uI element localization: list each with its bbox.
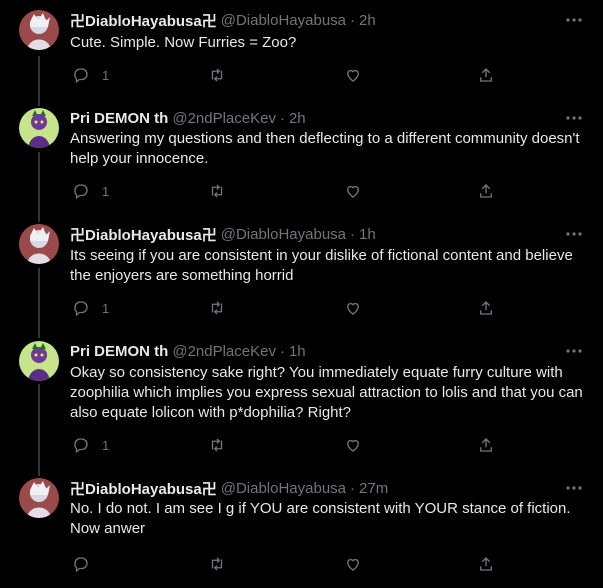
retweet-icon	[211, 557, 223, 571]
tweet-actions	[70, 554, 500, 574]
tweet-text: Answering my questions and then deflecti…	[70, 130, 580, 167]
user-handle[interactable]: @2ndPlaceKev	[172, 110, 276, 127]
reply-button[interactable]: 1	[72, 181, 109, 201]
retweet-icon	[211, 301, 223, 315]
tweet[interactable]: 卍DiabloHayabusa卍 @DiabloHayabusa · 27m N…	[0, 478, 603, 588]
display-name[interactable]: Pri DEMON th	[70, 343, 168, 360]
separator: ·	[350, 479, 356, 497]
more-icon[interactable]	[565, 226, 583, 242]
like-button[interactable]	[344, 298, 362, 318]
share-icon	[480, 68, 492, 82]
like-button[interactable]	[344, 181, 362, 201]
retweet-button[interactable]	[208, 298, 226, 318]
reply-button[interactable]	[72, 554, 90, 574]
more-icon[interactable]	[565, 110, 583, 126]
like-icon	[347, 302, 359, 315]
user-handle[interactable]: @DiabloHayabusa	[221, 480, 346, 497]
share-button[interactable]	[477, 298, 495, 318]
display-name[interactable]: 卍DiabloHayabusa卍	[70, 10, 217, 31]
more-icon[interactable]	[565, 12, 583, 28]
share-button[interactable]	[477, 65, 495, 85]
tweet-actions: 1	[70, 65, 500, 85]
retweet-button[interactable]	[208, 554, 226, 574]
tweet[interactable]: Pri DEMON th @2ndPlaceKev · 1h Okay so c…	[0, 341, 603, 471]
like-button[interactable]	[344, 554, 362, 574]
reply-icon	[74, 438, 88, 454]
separator: ·	[279, 109, 285, 127]
like-icon	[347, 69, 359, 82]
timestamp[interactable]: 2h	[359, 12, 376, 29]
like-icon	[347, 185, 359, 198]
retweet-icon	[211, 438, 223, 452]
reply-count: 1	[102, 183, 110, 199]
tweet-text: No. I do not. I am see I g if YOU are co…	[70, 500, 571, 537]
share-icon	[480, 301, 492, 315]
more-icon[interactable]	[565, 480, 583, 496]
tweet-actions: 1	[70, 435, 500, 455]
more-icon[interactable]	[565, 343, 583, 359]
tweet-text: Its seeing if you are consistent in your…	[70, 247, 573, 284]
reply-button[interactable]: 1	[72, 298, 109, 318]
tweet-header: Pri DEMON th @2ndPlaceKev · 2h	[70, 108, 306, 128]
retweet-button[interactable]	[208, 65, 226, 85]
display-name[interactable]: 卍DiabloHayabusa卍	[70, 478, 217, 499]
like-icon	[347, 558, 359, 571]
share-button[interactable]	[477, 554, 495, 574]
reply-count: 1	[102, 67, 110, 83]
reply-icon	[74, 301, 88, 317]
avatar[interactable]	[19, 108, 59, 148]
user-handle[interactable]: @DiabloHayabusa	[221, 226, 346, 243]
avatar[interactable]	[19, 341, 59, 381]
retweet-icon	[211, 184, 223, 198]
avatar[interactable]	[19, 224, 59, 264]
tweet-text: Cute. Simple. Now Furries = Zoo?	[70, 34, 297, 51]
tweet-actions: 1	[70, 181, 500, 201]
timestamp[interactable]: 27m	[359, 480, 388, 497]
tweet[interactable]: Pri DEMON th @2ndPlaceKev · 2h Answering…	[0, 108, 603, 218]
tweet-header: 卍DiabloHayabusa卍 @DiabloHayabusa · 27m	[70, 478, 388, 498]
timestamp[interactable]: 1h	[359, 226, 376, 243]
timestamp[interactable]: 1h	[289, 343, 306, 360]
reply-icon	[74, 557, 88, 573]
share-icon	[480, 557, 492, 571]
reply-count: 1	[102, 437, 110, 453]
tweet-actions: 1	[70, 298, 500, 318]
tweet[interactable]: 卍DiabloHayabusa卍 @DiabloHayabusa · 1h It…	[0, 224, 603, 334]
user-handle[interactable]: @2ndPlaceKev	[172, 343, 276, 360]
share-icon	[480, 184, 492, 198]
timestamp[interactable]: 2h	[289, 110, 306, 127]
tweet-header: Pri DEMON th @2ndPlaceKev · 1h	[70, 341, 306, 361]
reply-icon	[74, 184, 88, 200]
tweet-text: Okay so consistency sake right? You imme…	[70, 364, 583, 421]
share-button[interactable]	[477, 435, 495, 455]
reply-button[interactable]: 1	[72, 435, 109, 455]
like-icon	[347, 439, 359, 452]
like-button[interactable]	[344, 65, 362, 85]
separator: ·	[350, 11, 356, 29]
user-handle[interactable]: @DiabloHayabusa	[221, 12, 346, 29]
avatar[interactable]	[19, 478, 59, 518]
display-name[interactable]: 卍DiabloHayabusa卍	[70, 224, 217, 245]
tweet-header: 卍DiabloHayabusa卍 @DiabloHayabusa · 2h	[70, 10, 376, 30]
reply-icon	[74, 68, 88, 84]
separator: ·	[350, 225, 356, 243]
avatar[interactable]	[19, 10, 59, 50]
share-icon	[480, 438, 492, 452]
reply-count: 1	[102, 300, 110, 316]
separator: ·	[279, 342, 285, 360]
display-name[interactable]: Pri DEMON th	[70, 110, 168, 127]
share-button[interactable]	[477, 181, 495, 201]
retweet-icon	[211, 68, 223, 82]
retweet-button[interactable]	[208, 181, 226, 201]
tweet-header: 卍DiabloHayabusa卍 @DiabloHayabusa · 1h	[70, 224, 376, 244]
like-button[interactable]	[344, 435, 362, 455]
retweet-button[interactable]	[208, 435, 226, 455]
reply-button[interactable]: 1	[72, 65, 109, 85]
tweet[interactable]: 卍DiabloHayabusa卍 @DiabloHayabusa · 2h Cu…	[0, 10, 603, 110]
